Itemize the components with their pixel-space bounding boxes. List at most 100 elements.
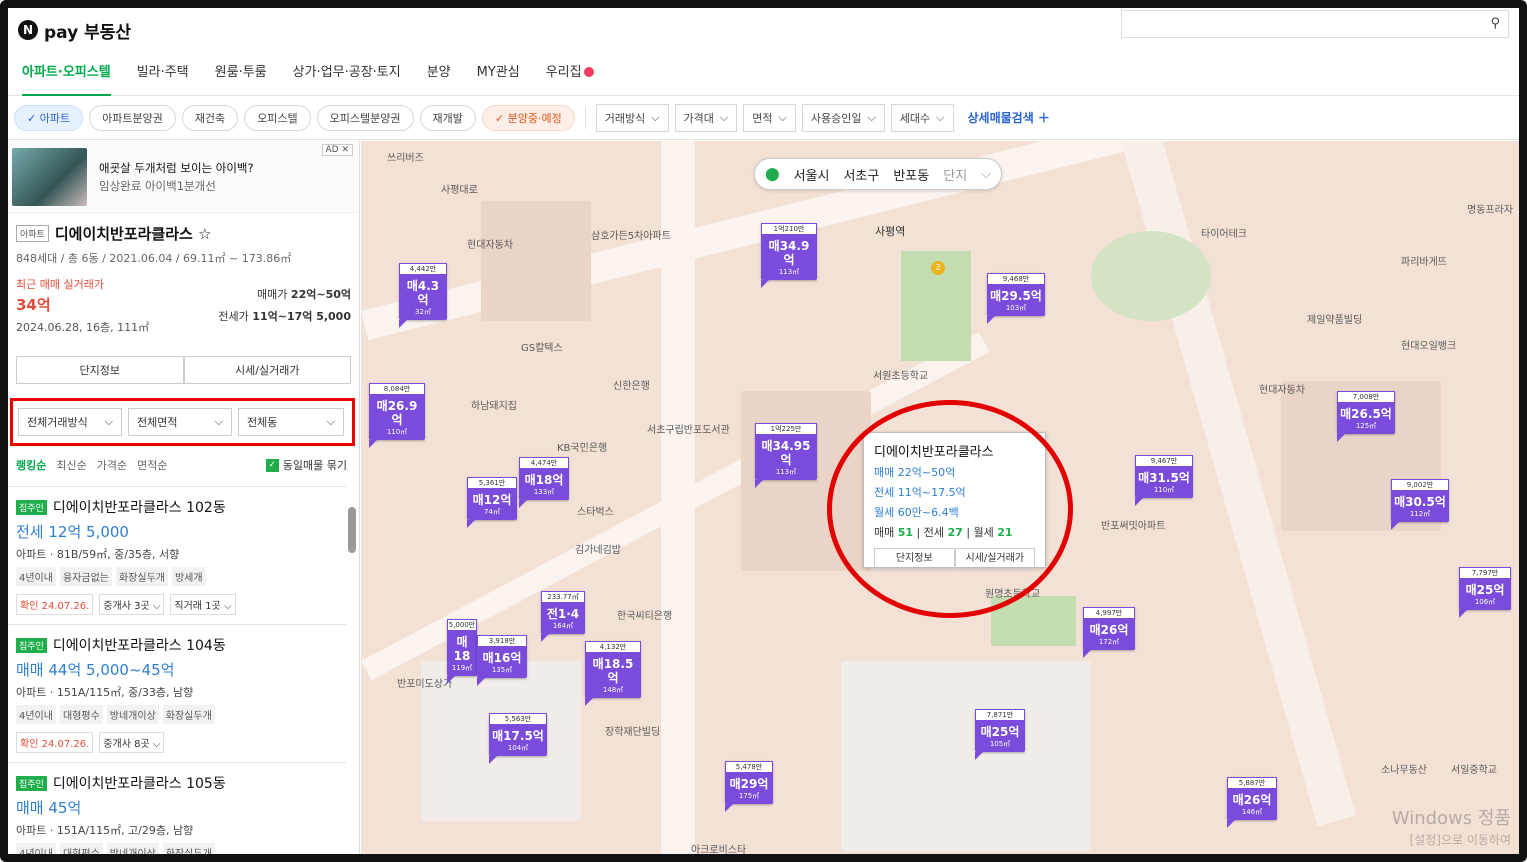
location-breadcrumb: ⬤ 서울시 서초구 반포동 단지 ⌵ [754, 158, 1003, 190]
chip-officetel[interactable]: 오피스텔 [244, 104, 311, 131]
agents-dropdown[interactable]: 중개사 8곳 ⌵ [99, 732, 165, 753]
dropdown-label: 전체거래방식 [27, 416, 88, 429]
price-marker[interactable]: 5,478만 매29억 175㎡ [725, 761, 773, 812]
listing-tag: 화장실두개 [115, 567, 168, 586]
tab-oneroom[interactable]: 원룸·투룸 [215, 52, 267, 96]
price-marker[interactable]: 3,918만 매16억 135㎡ [477, 635, 527, 686]
logo[interactable]: N pay 부동산 [18, 18, 131, 43]
ad-title: 애굣살 두개처럼 보이는 아이백? [99, 160, 254, 175]
price-marker[interactable]: 4,474만 매18억 133㎡ [519, 457, 569, 508]
tab-myhome[interactable]: 우리집 [546, 52, 594, 96]
list-scrollbar[interactable] [348, 507, 356, 553]
dropdown-all-deals[interactable]: 전체거래방식 ⌵ [18, 408, 122, 436]
chevron-down-icon[interactable]: ⌵ [981, 167, 991, 182]
tab-commercial[interactable]: 상가·업무·공장·토지 [293, 52, 401, 96]
marker-area: 175㎡ [738, 792, 760, 800]
marker-price: 매18 [453, 635, 471, 663]
sort-price[interactable]: 가격순 [97, 457, 127, 473]
ad-close-button[interactable]: AD ✕ [321, 144, 353, 156]
breadcrumb-city[interactable]: 서울시 [794, 165, 830, 184]
marker-price: 매17.5억 [492, 729, 544, 743]
price-marker[interactable]: 4,442만 매4.3억 32㎡ [399, 263, 447, 328]
dropdown-deal-type[interactable]: 거래방식 ⌵ [595, 103, 669, 132]
price-marker[interactable]: 4,997만 매26억 172㎡ [1083, 607, 1135, 658]
tab-apartment[interactable]: 아파트·오피스텔 [22, 52, 111, 96]
sort-bar: 랭킹순 최신순 가격순 면적순 ✓ 동일매물 묶기 [16, 457, 351, 473]
price-marker[interactable]: 5,000만 매18 119㎡ [447, 619, 477, 684]
marker-price: 매29억 [729, 777, 769, 791]
marker-price: 매26억 [1232, 793, 1272, 807]
marker-top: 233.77㎡ [541, 591, 585, 603]
agents-dropdown[interactable]: 중개사 3곳 ⌵ [99, 594, 165, 615]
complex-info-button[interactable]: 단지정보 [16, 356, 184, 384]
marker-price: 매26.9억 [376, 399, 418, 427]
tab-villa[interactable]: 빌라·주택 [137, 52, 189, 96]
price-marker[interactable]: 1억210만 매34.9억 113㎡ [761, 223, 817, 288]
chip-reconstruction[interactable]: 재건축 [181, 104, 239, 131]
complex-name[interactable]: 디에이치반포라클라스 ☆ [55, 223, 212, 244]
listing-price: 매매 45억 [16, 799, 82, 817]
listing-tag: 화장실두개 [162, 705, 215, 724]
dropdown-area[interactable]: 면적 ⌵ [743, 103, 796, 132]
price-marker[interactable]: 5,887만 매26억 146㎡ [1227, 777, 1277, 828]
direct-deal-dropdown[interactable]: 직거래 1곳 ⌵ [170, 594, 236, 615]
price-marker[interactable]: 4,132만 매18.5억 148㎡ [585, 641, 641, 706]
breadcrumb-type[interactable]: 단지 [943, 165, 967, 184]
subway-line-icon: 2 [931, 261, 945, 275]
price-marker[interactable]: 9,467만 매31.5억 110㎡ [1135, 455, 1193, 506]
map-label: 타이어테크 [1201, 229, 1247, 240]
price-marker[interactable]: 9,468만 매29.5억 103㎡ [987, 273, 1045, 324]
price-marker[interactable]: 8,084만 매26.9억 110㎡ [369, 383, 425, 448]
tab-my[interactable]: MY관심 [477, 52, 520, 96]
marker-area: 105㎡ [989, 740, 1011, 748]
list-item[interactable]: 집주인 디에이치반포라클라스 102동 전세 12억 5,000 아파트 · 81… [8, 486, 346, 624]
price-marker[interactable]: 5,563만 매17.5억 104㎡ [489, 713, 547, 764]
marker-price: 매26억 [1089, 623, 1129, 637]
price-marker[interactable]: 7,871만매25억 105㎡ [975, 709, 1025, 760]
price-marker[interactable]: 5,361만 매12억 74㎡ [467, 477, 517, 528]
price-marker[interactable]: 233.77㎡ 전1·4 164㎡ [541, 591, 585, 642]
group-same-listing-checkbox[interactable]: ✓ 동일매물 묶기 [265, 457, 347, 473]
marker-top: 7,871만 [975, 709, 1025, 721]
dropdown-price[interactable]: 가격대 ⌵ [674, 103, 738, 132]
tab-presale[interactable]: 분양 [427, 52, 451, 96]
breadcrumb-dong[interactable]: 반포동 [893, 165, 929, 184]
search-icon[interactable]: ⚲ [1490, 16, 1500, 31]
search-input[interactable]: ⚲ [1121, 10, 1509, 38]
chip-redevelopment[interactable]: 재개발 [419, 104, 476, 131]
sort-latest[interactable]: 최신순 [56, 457, 86, 473]
confirm-date: 확인 24.07.26. [16, 732, 94, 753]
list-item[interactable]: 집주인 디에이치반포라클라스 104동 매매 44억 5,000~45억 아파트 … [8, 624, 346, 762]
price-history-button[interactable]: 시세/실거래가 [183, 356, 351, 384]
dropdown-approval-date[interactable]: 사용승인일 ⌵ [801, 103, 885, 132]
marker-area: 146㎡ [1241, 808, 1263, 816]
marker-price: 매30.5억 [1394, 495, 1446, 509]
chevron-down-icon: ⌵ [214, 415, 223, 428]
marker-area: 172㎡ [1098, 638, 1120, 646]
advanced-search-link[interactable]: 상세매물검색 ＋ [968, 109, 1050, 126]
dropdown-households[interactable]: 세대수 ⌵ [890, 103, 954, 132]
dropdown-all-buildings[interactable]: 전체동 ⌵ [238, 408, 344, 436]
listing-tag: 대형평수 [59, 705, 103, 724]
ad-banner[interactable]: 애굣살 두개처럼 보이는 아이백? 임상완료 아이백1분개선 AD ✕ [8, 141, 359, 213]
price-marker[interactable]: 9,002만 매30.5억 112㎡ [1391, 479, 1449, 530]
list-item[interactable]: 집주인 디에이치반포라클라스 105동 매매 45억 아파트 · 151A/115… [8, 762, 346, 854]
price-marker[interactable]: 1억225만 매34.95억 113㎡ [755, 423, 817, 488]
breadcrumb-district[interactable]: 서초구 [843, 165, 879, 184]
chip-officetel-presale[interactable]: 오피스텔분양권 [316, 104, 414, 131]
price-marker[interactable]: 7,008만 매26.5억 125㎡ [1337, 391, 1395, 442]
sort-area[interactable]: 면적순 [137, 457, 167, 473]
marker-top: 1억225만 [755, 423, 817, 435]
sort-ranking[interactable]: 랭킹순 [16, 457, 46, 473]
sale-range: 22억~50억 [290, 288, 351, 301]
jeonse-range: 11억~17억 5,000 [252, 310, 351, 323]
marker-price: 매25억 [980, 725, 1020, 739]
price-marker[interactable]: 7,797만 매25억 106㎡ [1459, 567, 1511, 618]
chip-apt-presale-right[interactable]: 아파트분양권 [89, 104, 176, 131]
map-area[interactable]: 쓰리버즈 사평대로 현대자동차 삼호가든5차아파트 GS칼텍스 신한은행 하남돼… [361, 141, 1519, 854]
chip-presale-ongoing[interactable]: ✓ 분양중·예정 [481, 104, 575, 131]
confirm-date: 확인 24.07.26. [16, 594, 94, 615]
dropdown-all-area[interactable]: 전체면적 ⌵ [128, 408, 232, 436]
chip-apartment[interactable]: ✓ 아파트 [14, 104, 84, 131]
listing-tag: 대형평수 [59, 843, 103, 854]
